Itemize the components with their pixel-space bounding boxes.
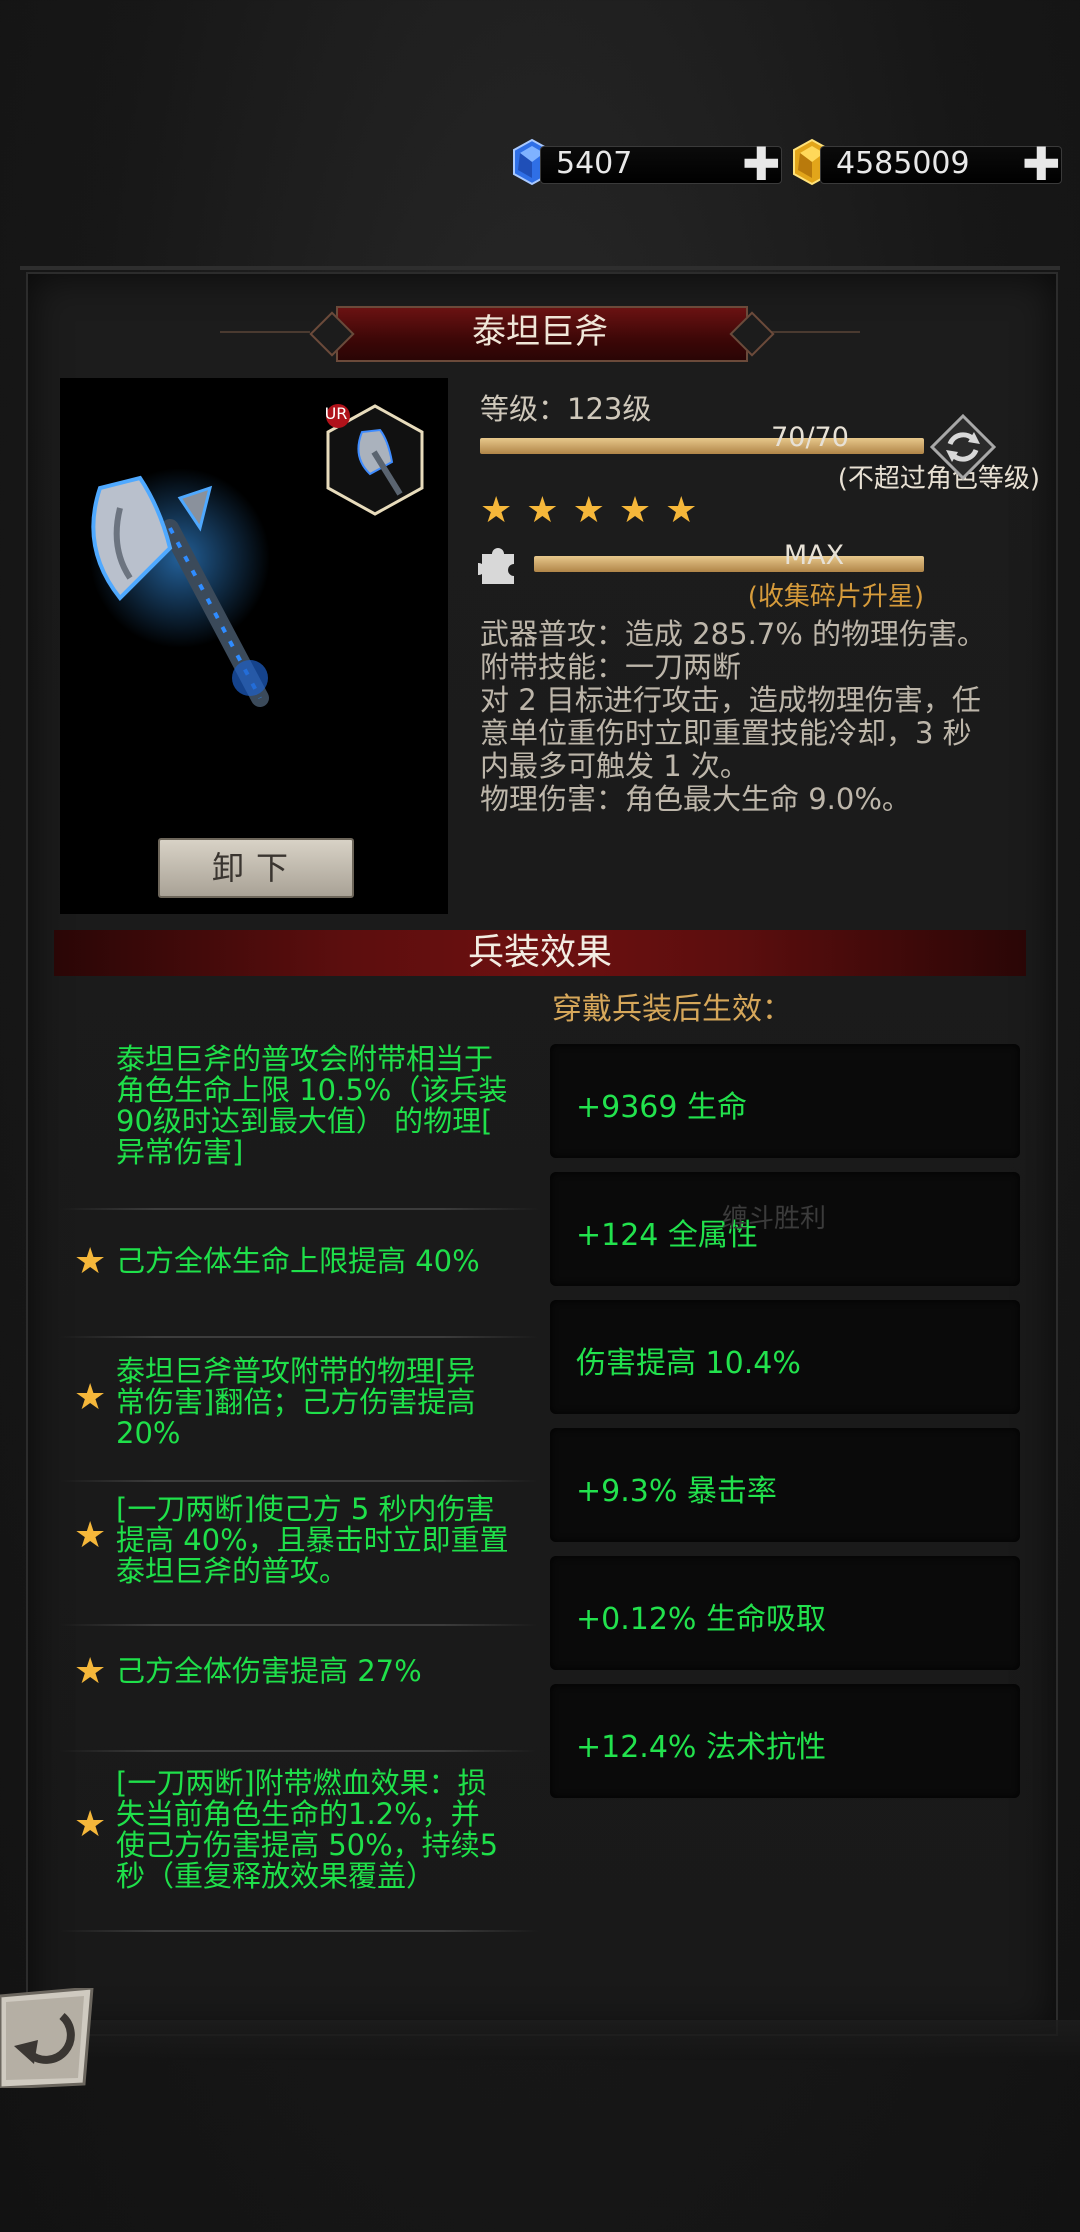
set-effect-line: [一刀两断]使己方 5 秒内伤害 [116,1492,495,1526]
set-effect-line: 失当前角色生命的1.2%，并 [116,1797,480,1831]
description-line: 物理伤害：角色最大生命 9.0%。 [480,782,911,816]
description-line: 对 2 目标进行攻击，造成物理伤害，任 [480,683,981,717]
star-icon: ★ [74,1377,107,1418]
set-effect-line: 20% [116,1416,181,1450]
refresh-button[interactable] [930,414,996,480]
add-gold-button[interactable]: ✚ [1022,141,1061,187]
divider [60,1624,538,1626]
set-effect-line: 常伤害]翻倍；己方伤害提高 [116,1385,476,1419]
shard-note: (收集碎片升星) [747,582,924,612]
description-line: 武器普攻：造成 285.7% 的物理伤害。 [480,617,987,651]
stat-bonus-text: +0.12% 生命吸取 [576,1602,826,1637]
stat-bonus-text: +9.3% 暴击率 [576,1474,777,1509]
star-icon: ★ [480,490,527,531]
set-effect-item: 泰坦巨斧的普攻会附带相当于 角色生命上限 10.5%（该兵装 90级时达到最大值） … [60,1044,538,1170]
set-effect-line: 泰坦巨斧普攻附带的物理[异 [116,1354,476,1388]
stat-bonus-text: +12.4% 法术抗性 [576,1730,826,1765]
star-icon: ★ [74,1241,107,1282]
description-line: 意单位重伤时立即重置技能冷却，3 秒 [480,716,972,750]
star-icon: ★ [618,490,666,531]
puzzle-piece-icon [478,548,514,584]
divider [60,1480,538,1482]
wear-effect-header: 穿戴兵装后生效： [552,992,792,1027]
set-effect-item: ★ [一刀两断]附带燃血效果：损 失当前角色生命的1.2%，并 使己方伤害提高 50%… [60,1768,538,1894]
stat-bonus-card: +9369 生命 [550,1044,1020,1158]
set-effect-line: 使己方伤害提高 50%，持续5 [116,1828,499,1862]
set-effect-line: 异常伤害] [116,1135,244,1169]
stat-bonus-text: 伤害提高 10.4% [576,1346,801,1381]
gold-amount: 4585009 [836,146,970,181]
gem-currency: 5407 ✚ [510,138,782,187]
unequip-button[interactable]: 卸下 [158,838,354,898]
description-line: 内最多可触发 1 次。 [480,749,749,783]
set-effect-item: ★ 己方全体生命上限提高 40% [60,1241,538,1290]
description-line: 附带技能：一刀两断 [480,650,742,684]
set-effect-item: ★ 己方全体伤害提高 27% [60,1651,538,1700]
set-effect-line: 提高 40%，且暴击时立即重置 [116,1523,509,1557]
stat-bonus-card: 伤害提高 10.4% [550,1300,1020,1414]
set-effect-line: 泰坦巨斧的普攻。 [116,1554,349,1588]
set-effect-line: 己方全体生命上限提高 40% [116,1244,480,1278]
set-effect-line: [一刀两断]附带燃血效果：损 [116,1766,487,1800]
divider [60,1930,538,1932]
gold-currency: 4585009 ✚ [790,138,1062,187]
weapon-name: 泰坦巨斧 [472,312,608,352]
star-icon: ★ [74,1651,107,1692]
star-icon: ★ [74,1515,107,1556]
stat-bonus-card: +9.3% 暴击率 [550,1428,1020,1542]
set-effect-line: 角色生命上限 10.5%（该兵装 [116,1073,508,1107]
divider [60,1336,538,1338]
stat-bonus-card: +0.12% 生命吸取 [550,1556,1020,1670]
back-button[interactable] [0,1988,96,2088]
gem-amount: 5407 [556,146,633,181]
stat-bonus-card: +12.4% 法术抗性 [550,1684,1020,1798]
set-effect-line: 泰坦巨斧的普攻会附带相当于 [116,1042,494,1076]
star-rating: ★★★★★ [480,490,711,531]
shard-progress-text: MAX [783,540,845,571]
divider [60,1750,538,1752]
set-effect-item: ★ [一刀两断]使己方 5 秒内伤害 提高 40%，且暴击时立即重置 泰坦巨斧的普攻。 [60,1494,538,1590]
divider [60,1208,538,1210]
weapon-description: 武器普攻：造成 285.7% 的物理伤害。 附带技能：一刀两断对 2 目标进行攻击… [480,618,1020,816]
star-icon: ★ [74,1804,107,1845]
ghost-text: 缠斗胜利 [722,1204,827,1234]
set-effect-line: 90级时达到最大值） 的物理[ [116,1104,493,1138]
effects-title: 兵装效果 [467,932,612,973]
add-gems-button[interactable]: ✚ [742,141,781,187]
star-icon: ★ [526,490,573,531]
set-effect-line: 己方全体伤害提高 27% [116,1654,422,1688]
star-icon: ★ [665,490,712,531]
rarity-badge: UR [324,404,348,423]
set-effect-item: ★ 泰坦巨斧普攻附带的物理[异 常伤害]翻倍；己方伤害提高 20% [60,1356,538,1452]
star-icon: ★ [572,490,619,531]
set-effect-line: 秒（重复释放效果覆盖） [116,1859,436,1893]
stat-bonus-text: +9369 生命 [576,1090,748,1125]
